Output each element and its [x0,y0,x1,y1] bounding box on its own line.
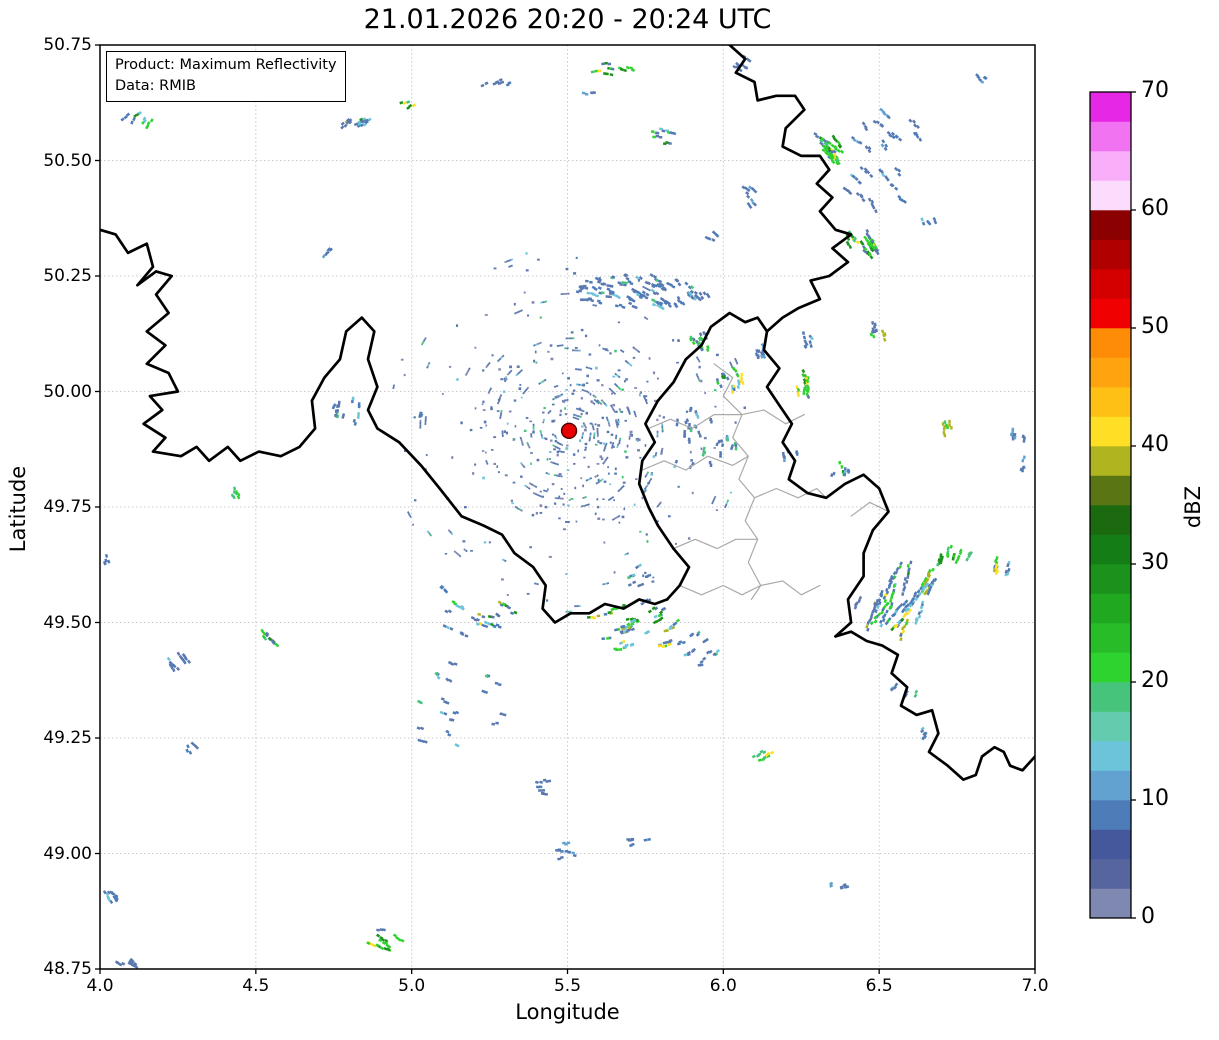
x-tick-label: 7.0 [1000,976,1070,996]
colorbar-label: dBZ [1181,462,1205,552]
y-tick-label: 50.00 [0,382,92,402]
axes-frame [95,45,1035,974]
colorbar-tick-label: 60 [1141,196,1169,221]
x-tick-label: 5.5 [533,976,603,996]
y-tick-label: 49.75 [0,497,92,517]
x-axis-label: Longitude [100,1000,1035,1024]
x-tick-label: 5.0 [377,976,447,996]
x-tick-label: 6.5 [844,976,914,996]
colorbar-tick-label: 50 [1141,314,1169,339]
x-tick-label: 4.0 [65,976,135,996]
colorbar-tick-label: 40 [1141,432,1169,457]
colorbar-tick-label: 0 [1141,904,1155,929]
y-tick-label: 50.50 [0,151,92,171]
radar-map-canvas [0,0,1219,1040]
colorbar-tick-label: 70 [1141,78,1169,103]
y-tick-label: 49.50 [0,613,92,633]
colorbar-tick-label: 20 [1141,668,1169,693]
x-tick-label: 6.0 [688,976,758,996]
annotation-data-line: Data: RMIB [115,76,337,97]
radar-site-marker [562,423,577,438]
annotation-product-line: Product: Maximum Reflectivity [115,55,337,76]
colorbar-tick-label: 30 [1141,550,1169,575]
y-tick-label: 49.00 [0,844,92,864]
y-tick-label: 50.75 [0,35,92,55]
colorbar [1090,92,1136,919]
x-tick-label: 4.5 [221,976,291,996]
radar-figure: 21.01.2026 20:20 - 20:24 UTC Product: Ma… [0,0,1219,1040]
y-tick-label: 49.25 [0,728,92,748]
y-tick-label: 50.25 [0,266,92,286]
gridlines [100,45,1035,969]
y-tick-label: 48.75 [0,959,92,979]
colorbar-tick-label: 10 [1141,786,1169,811]
product-annotation-box: Product: Maximum Reflectivity Data: RMIB [106,51,346,102]
